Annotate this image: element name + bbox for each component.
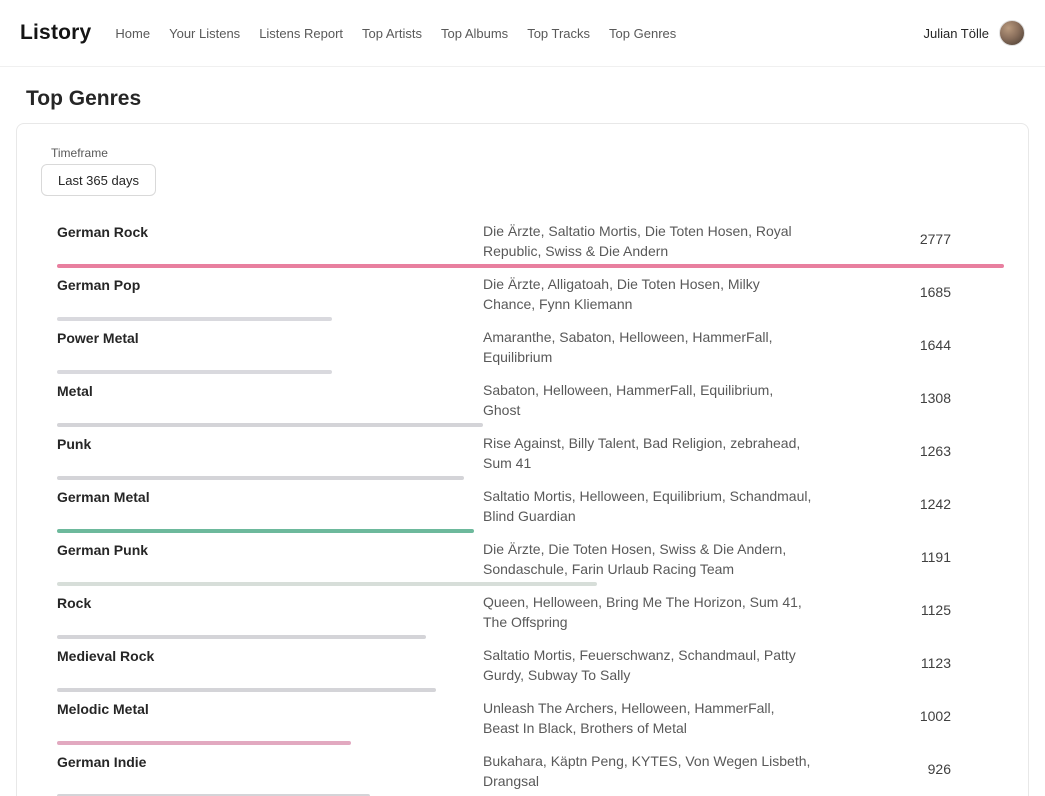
genre-artists: Die Ärzte, Saltatio Mortis, Die Toten Ho…	[483, 221, 813, 261]
nav-item-your-listens[interactable]: Your Listens	[169, 26, 240, 41]
navbar-user-area: Julian Tölle	[923, 20, 1025, 46]
genre-name: German Pop	[57, 274, 483, 295]
genre-row[interactable]: German Indie Bukahara, Käptn Peng, KYTES…	[41, 745, 1004, 796]
genre-row[interactable]: Punk Rise Against, Billy Talent, Bad Rel…	[41, 427, 1004, 480]
genre-count: 1308	[813, 380, 1004, 406]
nav-item-home[interactable]: Home	[115, 26, 150, 41]
genre-name: Punk	[57, 433, 483, 454]
top-genres-card: Timeframe Last 365 days German Rock Die …	[16, 123, 1029, 796]
genre-artists: Saltatio Mortis, Helloween, Equilibrium,…	[483, 486, 813, 526]
genre-count: 1123	[813, 645, 1004, 671]
genre-row[interactable]: Rock Queen, Helloween, Bring Me The Hori…	[41, 586, 1004, 639]
genre-row[interactable]: Power Metal Amaranthe, Sabaton, Hellowee…	[41, 321, 1004, 374]
genre-count: 2777	[813, 221, 1004, 247]
genre-count: 1644	[813, 327, 1004, 353]
nav-item-top-tracks[interactable]: Top Tracks	[527, 26, 590, 41]
genre-artists: Queen, Helloween, Bring Me The Horizon, …	[483, 592, 813, 632]
genre-artists: Rise Against, Billy Talent, Bad Religion…	[483, 433, 813, 473]
genre-artists: Unleash The Archers, Helloween, HammerFa…	[483, 698, 813, 738]
nav-item-top-albums[interactable]: Top Albums	[441, 26, 508, 41]
main-nav: Home Your Listens Listens Report Top Art…	[115, 26, 676, 41]
app-logo[interactable]: Listory	[20, 21, 91, 45]
genre-count: 1125	[813, 592, 1004, 618]
top-navbar: Listory Home Your Listens Listens Report…	[0, 0, 1045, 67]
genre-row[interactable]: German Metal Saltatio Mortis, Helloween,…	[41, 480, 1004, 533]
genre-row[interactable]: German Pop Die Ärzte, Alligatoah, Die To…	[41, 268, 1004, 321]
genre-row[interactable]: German Rock Die Ärzte, Saltatio Mortis, …	[41, 215, 1004, 268]
user-avatar[interactable]	[999, 20, 1025, 46]
genre-count: 926	[813, 751, 1004, 777]
genre-artists: Sabaton, Helloween, HammerFall, Equilibr…	[483, 380, 813, 420]
genre-artists: Amaranthe, Sabaton, Helloween, HammerFal…	[483, 327, 813, 367]
genre-artists: Die Ärzte, Alligatoah, Die Toten Hosen, …	[483, 274, 813, 314]
genre-name: Metal	[57, 380, 483, 401]
genre-name: German Metal	[57, 486, 483, 507]
timeframe-select[interactable]: Last 365 days	[41, 164, 156, 196]
genre-name: Rock	[57, 592, 483, 613]
page-content: Top Genres Timeframe Last 365 days Germa…	[0, 85, 1045, 796]
timeframe-label: Timeframe	[51, 146, 1004, 160]
genre-count: 1191	[813, 539, 1004, 565]
genre-row[interactable]: Metal Sabaton, Helloween, HammerFall, Eq…	[41, 374, 1004, 427]
genre-artists: Die Ärzte, Die Toten Hosen, Swiss & Die …	[483, 539, 813, 579]
genre-name: German Rock	[57, 221, 483, 242]
genre-name: German Indie	[57, 751, 483, 772]
genre-count: 1002	[813, 698, 1004, 724]
genre-name: Power Metal	[57, 327, 483, 348]
genre-row[interactable]: German Punk Die Ärzte, Die Toten Hosen, …	[41, 533, 1004, 586]
genre-count: 1685	[813, 274, 1004, 300]
nav-item-listens-report[interactable]: Listens Report	[259, 26, 343, 41]
genre-row[interactable]: Melodic Metal Unleash The Archers, Hello…	[41, 692, 1004, 745]
page-title: Top Genres	[26, 85, 1019, 113]
genre-row[interactable]: Medieval Rock Saltatio Mortis, Feuerschw…	[41, 639, 1004, 692]
genre-count: 1242	[813, 486, 1004, 512]
nav-item-top-artists[interactable]: Top Artists	[362, 26, 422, 41]
genre-count: 1263	[813, 433, 1004, 459]
genre-name: Medieval Rock	[57, 645, 483, 666]
user-name[interactable]: Julian Tölle	[923, 26, 989, 41]
genre-artists: Bukahara, Käptn Peng, KYTES, Von Wegen L…	[483, 751, 813, 791]
genre-table-body: German Rock Die Ärzte, Saltatio Mortis, …	[41, 215, 1004, 796]
genre-name: Melodic Metal	[57, 698, 483, 719]
nav-item-top-genres[interactable]: Top Genres	[609, 26, 676, 41]
genre-artists: Saltatio Mortis, Feuerschwanz, Schandmau…	[483, 645, 813, 685]
genre-name: German Punk	[57, 539, 483, 560]
